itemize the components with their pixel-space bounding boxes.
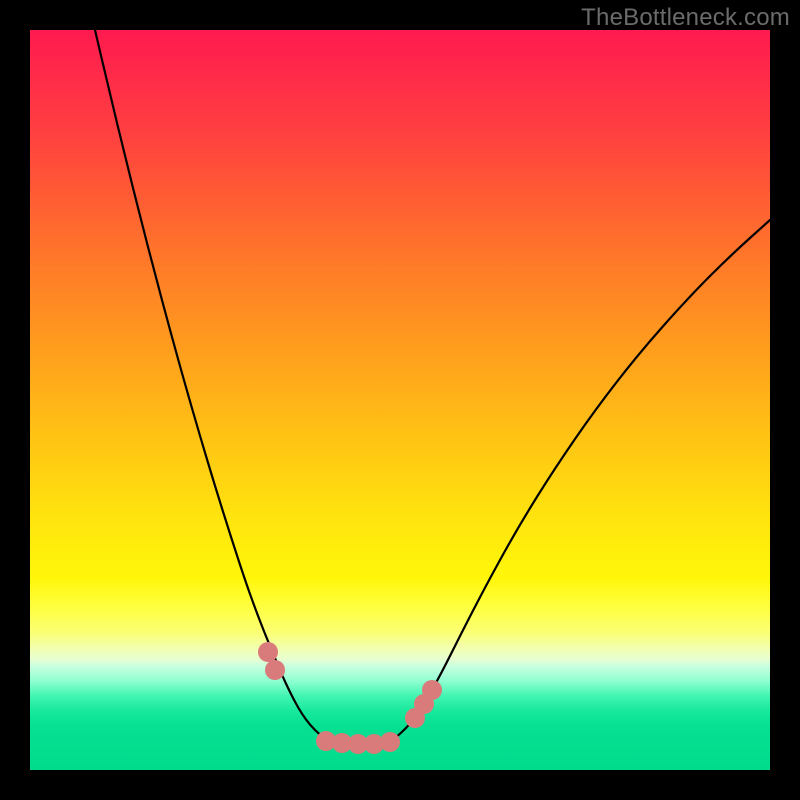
curve-left-curve bbox=[95, 30, 330, 742]
plot-area bbox=[30, 30, 770, 770]
curve-right-curve bbox=[390, 220, 770, 742]
data-marker bbox=[258, 642, 278, 662]
chart-frame: TheBottleneck.com bbox=[0, 0, 800, 800]
data-marker bbox=[265, 660, 285, 680]
watermark-text: TheBottleneck.com bbox=[581, 4, 790, 32]
curves-svg bbox=[30, 30, 770, 770]
data-marker bbox=[380, 732, 400, 752]
data-marker bbox=[422, 680, 442, 700]
